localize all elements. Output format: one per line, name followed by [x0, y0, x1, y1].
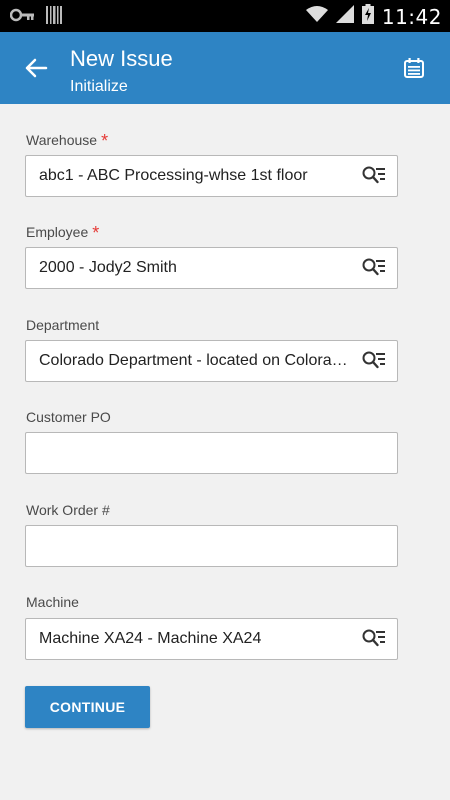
work-order-label-text: Work Order #: [26, 502, 110, 518]
app-header: New Issue Initialize: [0, 32, 450, 104]
barcode-icon: [46, 6, 62, 29]
machine-field[interactable]: Machine XA24 - Machine XA24: [25, 618, 398, 660]
customer-po-label: Customer PO: [26, 409, 111, 425]
work-order-label: Work Order #: [26, 502, 110, 518]
machine-label-text: Machine: [26, 594, 79, 610]
key-icon: [9, 7, 36, 28]
customer-po-label-text: Customer PO: [26, 409, 111, 425]
battery-charging-icon: [361, 4, 374, 29]
calendar-button[interactable]: [402, 56, 426, 80]
department-value: Colorado Department - located on Colorad…: [39, 352, 351, 369]
calendar-icon: [404, 58, 424, 78]
signal-icon: [335, 5, 354, 28]
lookup-icon[interactable]: [361, 165, 387, 187]
lookup-icon[interactable]: [361, 628, 387, 650]
lookup-icon[interactable]: [361, 257, 387, 279]
department-label: Department: [26, 317, 99, 333]
status-right: 11:42: [305, 4, 442, 29]
employee-label-text: Employee: [26, 224, 89, 240]
employee-label: Employee *: [26, 223, 99, 244]
required-marker: *: [92, 223, 100, 243]
status-bar: 11:42: [0, 0, 450, 32]
wifi-icon: [305, 5, 328, 28]
continue-button[interactable]: CONTINUE: [25, 686, 150, 728]
customer-po-input[interactable]: [25, 432, 398, 474]
employee-value: 2000 - Jody2 Smith: [39, 259, 177, 276]
warehouse-value: abc1 - ABC Processing-whse 1st floor: [39, 167, 308, 184]
employee-field[interactable]: 2000 - Jody2 Smith: [25, 247, 398, 289]
lookup-icon[interactable]: [361, 350, 387, 372]
machine-value: Machine XA24 - Machine XA24: [39, 630, 262, 647]
status-time: 11:42: [381, 4, 442, 29]
machine-label: Machine: [26, 594, 79, 610]
required-marker: *: [101, 131, 109, 151]
page-subtitle: Initialize: [70, 78, 128, 95]
back-button[interactable]: [20, 52, 52, 84]
warehouse-label: Warehouse *: [26, 131, 108, 152]
arrow-left-icon: [25, 58, 48, 78]
work-order-input[interactable]: [25, 525, 398, 567]
warehouse-label-text: Warehouse: [26, 132, 98, 148]
department-label-text: Department: [26, 317, 100, 333]
department-field[interactable]: Colorado Department - located on Colorad…: [25, 340, 398, 382]
page-title: New Issue: [70, 46, 173, 71]
status-left: [9, 6, 62, 29]
warehouse-field[interactable]: abc1 - ABC Processing-whse 1st floor: [25, 155, 398, 197]
